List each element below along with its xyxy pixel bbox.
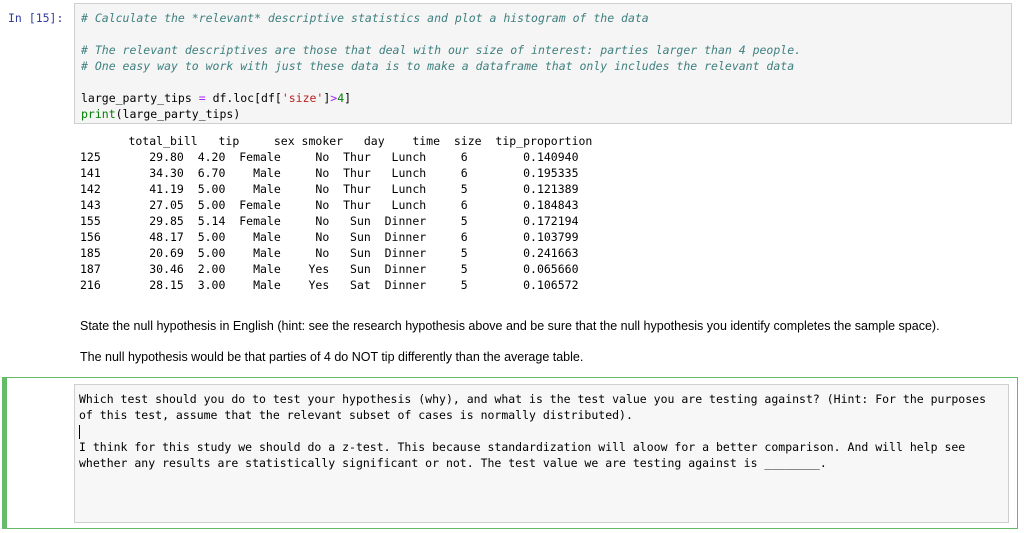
cell-prompt: In [15]: <box>8 11 64 25</box>
code-token: df.loc[df[ <box>205 91 282 105</box>
table-row: 156 48.17 5.00 Male No Sun Dinner 6 0.10… <box>80 230 579 244</box>
editor-text[interactable]: Which test should you do to test your hy… <box>79 391 1003 471</box>
markdown-question: State the null hypothesis in English (hi… <box>80 319 940 333</box>
text-cursor <box>79 424 80 439</box>
code-editor[interactable]: # Calculate the *relevant* descriptive s… <box>81 10 801 122</box>
table-row: 143 27.05 5.00 Female No Thur Lunch 6 0.… <box>80 198 579 212</box>
table-row: 155 29.85 5.14 Female No Sun Dinner 5 0.… <box>80 214 579 228</box>
code-comment: # One easy way to work with just these d… <box>81 59 795 73</box>
table-row: 187 30.46 2.00 Male Yes Sun Dinner 5 0.0… <box>80 262 579 276</box>
code-token: (large_party_tips) <box>115 107 241 121</box>
table-row: 142 41.19 5.00 Male No Thur Lunch 5 0.12… <box>80 182 579 196</box>
code-keyword: print <box>81 107 116 121</box>
table-row: 216 28.15 3.00 Male Yes Sat Dinner 5 0.1… <box>80 278 579 292</box>
code-token: large_party_tips <box>81 91 199 105</box>
table-row: 141 34.30 6.70 Male No Thur Lunch 6 0.19… <box>80 166 579 180</box>
markdown-answer: The null hypothesis would be that partie… <box>80 350 584 364</box>
editor-line: Which test should you do to test your hy… <box>79 392 993 422</box>
code-comment: # Calculate the *relevant* descriptive s… <box>81 11 649 25</box>
table-header: total_bill tip sex smoker day time size … <box>80 134 593 148</box>
table-row: 125 29.80 4.20 Female No Thur Lunch 6 0.… <box>80 150 579 164</box>
code-string: 'size' <box>281 91 324 105</box>
editor-line: I think for this study we should do a z-… <box>79 440 973 470</box>
code-token: ] <box>344 91 352 105</box>
cell-output: total_bill tip sex smoker day time size … <box>80 133 592 293</box>
code-comment: # The relevant descriptives are those th… <box>81 43 802 57</box>
code-cell[interactable]: # Calculate the *relevant* descriptive s… <box>74 3 1012 124</box>
markdown-editor[interactable]: Which test should you do to test your hy… <box>74 384 1009 523</box>
table-row: 185 20.69 5.00 Male No Sun Dinner 5 0.24… <box>80 246 579 260</box>
code-token: = <box>198 91 206 105</box>
